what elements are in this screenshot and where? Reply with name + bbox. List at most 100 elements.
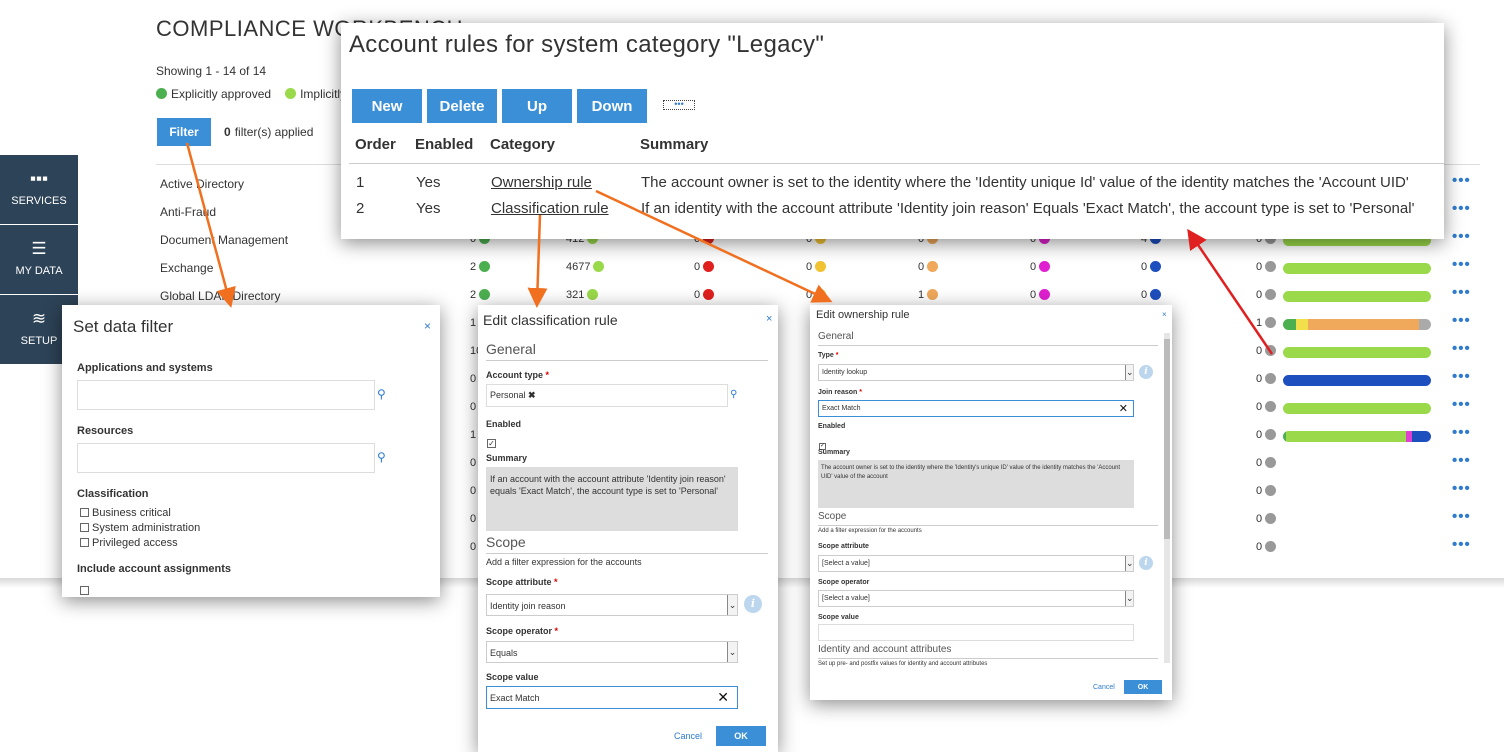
more-options-icon[interactable]: •••	[1452, 508, 1471, 525]
count-cell[interactable]: 0	[1256, 345, 1277, 357]
search-icon[interactable]: ⚲	[730, 389, 737, 400]
count-cell[interactable]: 0	[1030, 289, 1051, 301]
more-options-icon[interactable]: •••	[1452, 368, 1471, 385]
account-type-label: Account type *	[486, 370, 550, 380]
more-options-icon[interactable]: •••	[1452, 256, 1471, 273]
ownership-rule-link[interactable]: Ownership rule	[491, 174, 592, 191]
more-options-icon[interactable]: •••	[1452, 452, 1471, 469]
scope-value-input[interactable]	[818, 624, 1134, 641]
close-icon[interactable]: ×	[1162, 310, 1167, 319]
more-options-icon[interactable]: •••	[1452, 200, 1471, 217]
close-icon[interactable]: ×	[766, 313, 772, 325]
count-cell[interactable]: 4677	[566, 261, 605, 273]
count-cell[interactable]: 1	[918, 289, 939, 301]
new-button[interactable]: New	[352, 89, 422, 123]
count-cell[interactable]: 0	[1256, 289, 1277, 301]
count-cell[interactable]: 0	[1256, 457, 1277, 469]
count-cell[interactable]: 0	[1256, 513, 1277, 525]
count-cell[interactable]: 2	[470, 289, 491, 301]
count-cell[interactable]: 0	[1256, 429, 1277, 441]
system-name[interactable]: Document Management	[160, 233, 288, 247]
include-assignments-checkbox[interactable]	[80, 581, 92, 599]
system-name[interactable]: Exchange	[160, 261, 213, 275]
scope-operator-select[interactable]: Equals ⌄	[486, 641, 738, 663]
up-button[interactable]: Up	[502, 89, 572, 123]
chevron-down-icon[interactable]: ⌄	[1125, 556, 1134, 571]
option-business-critical[interactable]: Business critical	[80, 506, 200, 521]
cancel-button[interactable]: Cancel	[1093, 684, 1115, 691]
system-name[interactable]: Active Directory	[160, 177, 244, 191]
search-icon[interactable]: ⚲	[377, 450, 386, 464]
system-name[interactable]: Global LDAP Directory	[160, 289, 281, 303]
scrollbar-thumb[interactable]	[1164, 339, 1170, 539]
info-icon[interactable]: i	[744, 595, 762, 613]
enabled-checkbox[interactable]: ✓	[487, 432, 499, 450]
status-dot-icon	[479, 289, 491, 300]
count-cell[interactable]: 0	[1256, 401, 1277, 413]
count-cell[interactable]: 2	[470, 261, 491, 273]
more-options-icon[interactable]: •••	[1452, 284, 1471, 301]
more-options-icon[interactable]: •••	[1452, 480, 1471, 497]
filter-button[interactable]: Filter	[157, 118, 211, 146]
count-cell[interactable]: 0	[1030, 261, 1051, 273]
count-cell[interactable]: 321	[566, 289, 599, 301]
more-options-icon[interactable]: •••	[1452, 340, 1471, 357]
chevron-down-icon[interactable]: ⌄	[727, 642, 737, 662]
count-cell[interactable]: 0	[1141, 261, 1162, 273]
count-cell[interactable]: 0	[806, 261, 827, 273]
cancel-button[interactable]: Cancel	[674, 731, 702, 741]
more-options-icon[interactable]: •••	[663, 100, 695, 110]
table-row[interactable]: Exchange 2 4677 0 0 0 0 0 0 •••	[0, 254, 1504, 282]
count-cell[interactable]: 0	[1256, 485, 1277, 497]
count-cell[interactable]: 1	[1256, 317, 1277, 329]
count-cell[interactable]: 0	[1141, 289, 1162, 301]
chevron-down-icon[interactable]: ⌄	[727, 595, 737, 615]
scope-attribute-select[interactable]: [Select a value] ⌄	[818, 555, 1134, 572]
chevron-down-icon[interactable]: ⌄	[1125, 365, 1134, 380]
count-cell[interactable]: 0	[694, 289, 715, 301]
checkbox[interactable]	[80, 508, 89, 517]
scope-operator-select[interactable]: [Select a value] ⌄	[818, 590, 1134, 607]
resources-input[interactable]	[77, 443, 375, 473]
more-options-icon[interactable]: •••	[1452, 228, 1471, 245]
option-privileged-access[interactable]: Privileged access	[80, 536, 200, 551]
classification-rule-link[interactable]: Classification rule	[491, 200, 609, 217]
count-cell[interactable]: 0	[918, 261, 939, 273]
more-options-icon[interactable]: •••	[1452, 536, 1471, 553]
more-options-icon[interactable]: •••	[1452, 424, 1471, 441]
checkbox-checked[interactable]: ✓	[487, 439, 496, 448]
checkbox[interactable]	[80, 586, 89, 595]
count-cell[interactable]: 0	[806, 289, 827, 301]
resources-label: Resources	[77, 425, 134, 437]
close-icon[interactable]: ×	[424, 319, 431, 333]
search-icon[interactable]: ⚲	[377, 387, 386, 401]
checkbox[interactable]	[80, 523, 89, 532]
option-system-administration[interactable]: System administration	[80, 521, 200, 536]
count-cell[interactable]: 0	[1256, 373, 1277, 385]
info-icon[interactable]: i	[1139, 556, 1153, 570]
apps-input[interactable]	[77, 380, 375, 410]
ok-button[interactable]: OK	[716, 726, 766, 746]
remove-tag-icon[interactable]: ✖	[528, 390, 536, 400]
count-cell[interactable]: 0	[694, 261, 715, 273]
account-type-field[interactable]: Personal ✖	[486, 384, 728, 407]
down-button[interactable]: Down	[577, 89, 647, 123]
scrollbar[interactable]	[1164, 333, 1170, 663]
clear-icon[interactable]: ✕	[717, 689, 729, 706]
delete-button[interactable]: Delete	[427, 89, 497, 123]
count-cell[interactable]: 0	[1256, 261, 1277, 273]
info-icon[interactable]: i	[1139, 365, 1153, 379]
join-reason-input[interactable]: Exact Match ✕	[818, 400, 1134, 417]
more-options-icon[interactable]: •••	[1452, 172, 1471, 189]
scope-value-input[interactable]: Exact Match ✕	[486, 686, 738, 709]
chevron-down-icon[interactable]: ⌄	[1125, 591, 1134, 606]
clear-icon[interactable]: ✕	[1119, 402, 1128, 415]
more-options-icon[interactable]: •••	[1452, 312, 1471, 329]
ok-button[interactable]: OK	[1124, 680, 1162, 694]
more-options-icon[interactable]: •••	[1452, 396, 1471, 413]
system-name[interactable]: Anti-Fraud	[160, 205, 216, 219]
checkbox[interactable]	[80, 538, 89, 547]
scope-attribute-select[interactable]: Identity join reason ⌄	[486, 594, 738, 616]
count-cell[interactable]: 0	[1256, 541, 1277, 553]
type-select[interactable]: Identity lookup ⌄	[818, 364, 1134, 381]
